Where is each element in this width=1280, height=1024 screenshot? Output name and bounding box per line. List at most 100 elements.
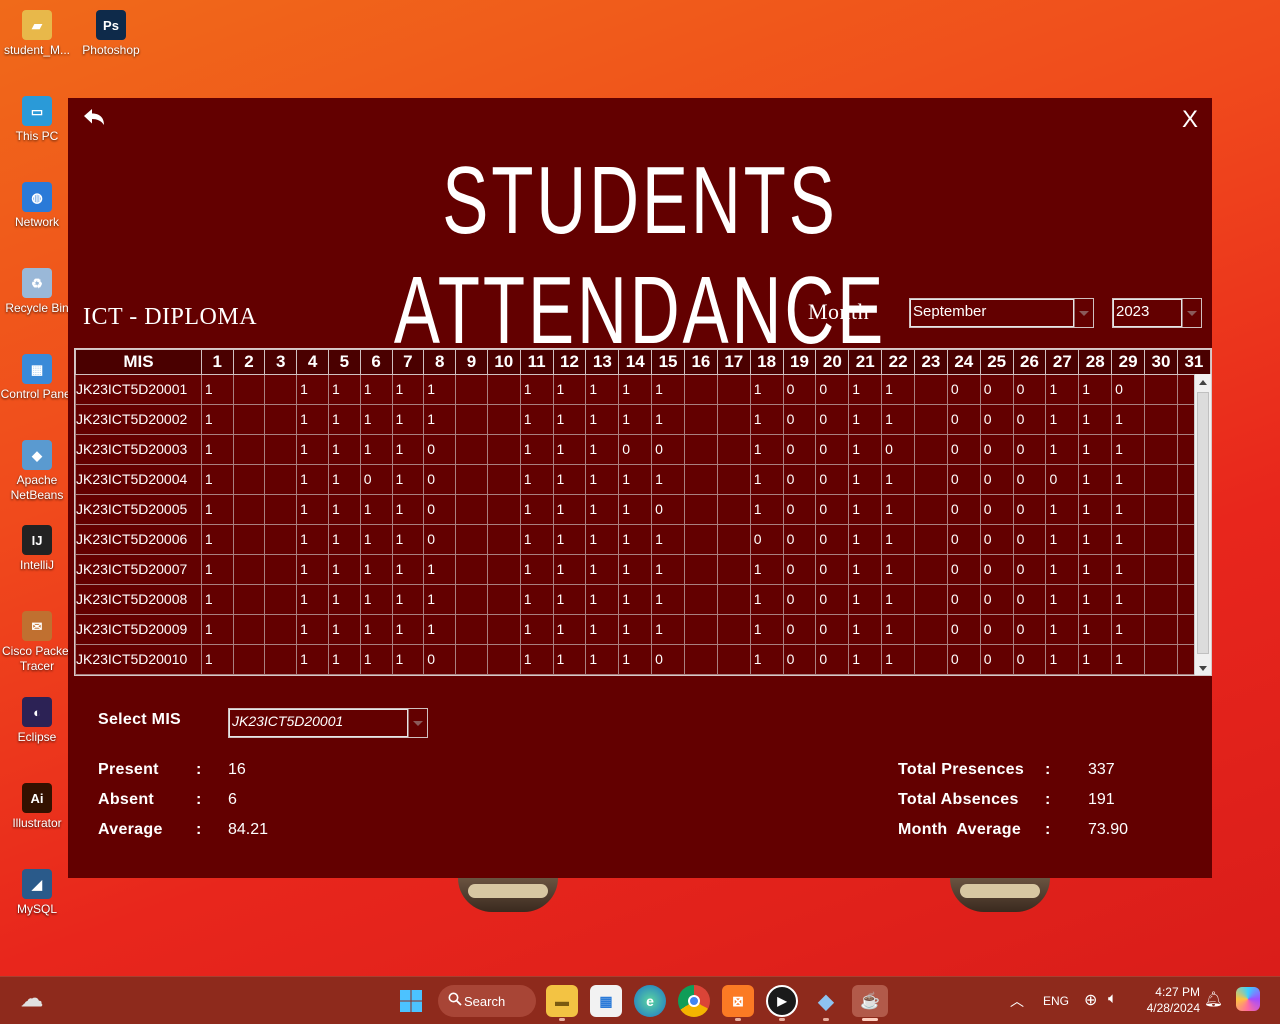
- cell-day-15[interactable]: 1: [651, 374, 685, 405]
- cell-day-10[interactable]: [486, 464, 521, 495]
- cell-day-8[interactable]: 1: [423, 374, 457, 405]
- column-header-day-4[interactable]: 4: [296, 349, 329, 375]
- cell-day-20[interactable]: 0: [815, 374, 850, 405]
- cell-day-9[interactable]: [455, 524, 488, 555]
- cell-day-15[interactable]: 0: [651, 494, 685, 525]
- cell-day-3[interactable]: [264, 554, 298, 585]
- cell-day-16[interactable]: [683, 464, 718, 495]
- cell-day-16[interactable]: [683, 404, 718, 435]
- cell-day-11[interactable]: 1: [519, 644, 554, 675]
- column-header-day-20[interactable]: 20: [815, 349, 850, 375]
- cell-day-18[interactable]: 1: [749, 644, 784, 675]
- volume-icon[interactable]: 🔈︎: [1108, 990, 1117, 1007]
- cell-day-17[interactable]: [716, 434, 751, 465]
- scroll-up-icon[interactable]: [1195, 374, 1211, 390]
- cell-day-17[interactable]: [716, 554, 751, 585]
- cell-day-21[interactable]: 1: [848, 554, 883, 585]
- column-header-day-30[interactable]: 30: [1144, 349, 1178, 375]
- column-header-day-11[interactable]: 11: [519, 349, 554, 375]
- cell-day-6[interactable]: 1: [359, 374, 393, 405]
- cell-day-27[interactable]: 1: [1045, 614, 1080, 645]
- desktop-icon-mysql[interactable]: ◢ MySQL: [0, 869, 74, 917]
- microsoft-store-icon[interactable]: ▦: [590, 985, 622, 1017]
- cell-day-30[interactable]: [1144, 464, 1178, 495]
- cell-day-12[interactable]: 1: [552, 554, 587, 585]
- cell-day-15[interactable]: 1: [651, 404, 685, 435]
- cell-day-3[interactable]: [264, 434, 298, 465]
- cell-day-6[interactable]: 1: [359, 584, 393, 615]
- column-header-day-17[interactable]: 17: [716, 349, 751, 375]
- network-globe-icon[interactable]: ⊕: [1084, 990, 1097, 1010]
- cell-day-1[interactable]: 1: [200, 644, 234, 675]
- cell-day-23[interactable]: [914, 554, 948, 585]
- cell-day-7[interactable]: 1: [391, 434, 425, 465]
- cell-day-14[interactable]: 1: [618, 524, 653, 555]
- cell-day-25[interactable]: 0: [979, 494, 1014, 525]
- cell-day-23[interactable]: [914, 614, 948, 645]
- cell-day-21[interactable]: 1: [848, 524, 883, 555]
- cell-day-3[interactable]: [264, 374, 298, 405]
- cell-day-28[interactable]: 1: [1078, 404, 1113, 435]
- cell-day-27[interactable]: 1: [1045, 644, 1080, 675]
- attendance-table-container[interactable]: MIS 1 2 3 4 5 6 7 8 9 10 11 12 13 14 15 16 17 18 19 20 21 22 23…: [74, 348, 1212, 676]
- cell-day-27[interactable]: 1: [1045, 554, 1080, 585]
- copilot-icon[interactable]: [1236, 987, 1260, 1011]
- cell-day-8[interactable]: 0: [423, 434, 457, 465]
- cell-day-23[interactable]: [914, 584, 948, 615]
- cell-day-4[interactable]: 1: [296, 584, 329, 615]
- cell-day-26[interactable]: 0: [1012, 614, 1047, 645]
- cell-day-2[interactable]: [232, 554, 266, 585]
- cell-day-6[interactable]: 1: [359, 494, 393, 525]
- cell-day-21[interactable]: 1: [848, 374, 883, 405]
- cell-day-16[interactable]: [683, 644, 718, 675]
- cell-day-11[interactable]: 1: [519, 374, 554, 405]
- desktop-icon-intellij[interactable]: IJ IntelliJ: [0, 525, 74, 573]
- cell-day-22[interactable]: 1: [881, 404, 915, 435]
- weather-icon[interactable]: ☁: [16, 983, 48, 1015]
- cell-day-26[interactable]: 0: [1012, 584, 1047, 615]
- cell-day-7[interactable]: 1: [391, 404, 425, 435]
- cell-day-10[interactable]: [486, 554, 521, 585]
- cell-day-26[interactable]: 0: [1012, 404, 1047, 435]
- cell-day-29[interactable]: 1: [1111, 464, 1146, 495]
- cell-day-13[interactable]: 1: [585, 614, 620, 645]
- cell-day-24[interactable]: 0: [946, 464, 981, 495]
- cell-day-7[interactable]: 1: [391, 464, 425, 495]
- cell-day-20[interactable]: 0: [815, 554, 850, 585]
- cell-day-11[interactable]: 1: [519, 464, 554, 495]
- cell-day-11[interactable]: 1: [519, 434, 554, 465]
- cell-day-9[interactable]: [455, 464, 488, 495]
- cell-day-19[interactable]: 0: [782, 524, 817, 555]
- cell-day-17[interactable]: [716, 524, 751, 555]
- cell-day-5[interactable]: 1: [327, 524, 361, 555]
- cell-day-30[interactable]: [1144, 614, 1178, 645]
- column-header-day-6[interactable]: 6: [359, 349, 393, 375]
- cell-day-21[interactable]: 1: [848, 584, 883, 615]
- cell-day-18[interactable]: 1: [749, 464, 784, 495]
- desktop-icon-eclipse[interactable]: ◐ Eclipse: [0, 697, 74, 745]
- cell-day-8[interactable]: 0: [423, 644, 457, 675]
- cell-day-11[interactable]: 1: [519, 584, 554, 615]
- cell-day-14[interactable]: 1: [618, 644, 653, 675]
- cell-mis[interactable]: JK23ICT5D20001: [75, 374, 202, 405]
- table-row[interactable]: JK23ICT5D20009 1 1 1 1 1 1 1 1 1 1 1 1 0 0 1 1 0 0 0 1 1 1: [75, 614, 1211, 645]
- cell-day-1[interactable]: 1: [200, 524, 234, 555]
- cell-day-5[interactable]: 1: [327, 404, 361, 435]
- cell-day-30[interactable]: [1144, 404, 1178, 435]
- xampp-icon[interactable]: ⊠: [722, 985, 754, 1017]
- column-header-day-23[interactable]: 23: [914, 349, 948, 375]
- cell-day-23[interactable]: [914, 494, 948, 525]
- table-row[interactable]: JK23ICT5D20002 1 1 1 1 1 1 1 1 1 1 1 1 0 0 1 1 0 0 0 1 1 1: [75, 404, 1211, 435]
- cell-day-30[interactable]: [1144, 554, 1178, 585]
- cell-day-29[interactable]: 1: [1111, 584, 1146, 615]
- cell-day-16[interactable]: [683, 374, 718, 405]
- cell-day-15[interactable]: 0: [651, 434, 685, 465]
- cell-day-24[interactable]: 0: [946, 554, 981, 585]
- cell-day-15[interactable]: 0: [651, 644, 685, 675]
- cell-day-20[interactable]: 0: [815, 644, 850, 675]
- cell-day-18[interactable]: 1: [749, 584, 784, 615]
- cell-day-5[interactable]: 1: [327, 464, 361, 495]
- year-select[interactable]: 2023: [1112, 298, 1202, 328]
- cell-mis[interactable]: JK23ICT5D20003: [75, 434, 202, 465]
- desktop-icon-student-m[interactable]: ▰ student_M...: [0, 10, 74, 58]
